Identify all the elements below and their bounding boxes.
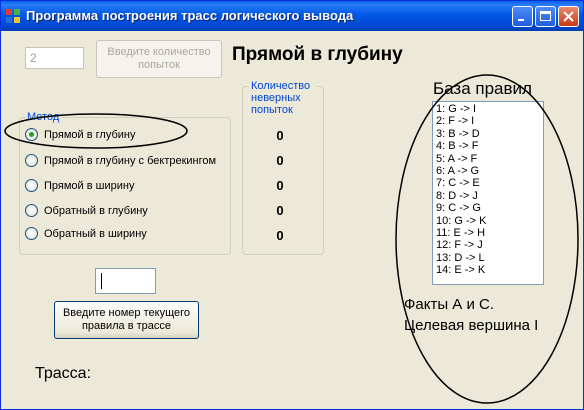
maximize-button[interactable] [535,6,556,27]
facts-text: Факты А и С. Целевая вершина I [404,294,538,336]
radio-label: Обратный в ширину [44,227,147,240]
trace-label: Трасса: [35,365,92,382]
radio-backward-depth[interactable]: Обратный в глубину [25,204,148,217]
radio-forward-depth[interactable]: Прямой в глубину [25,128,135,141]
method-group-caption: Метод [25,111,62,123]
list-item[interactable]: 5: A -> F [436,153,543,165]
list-item[interactable]: 2: F -> I [436,115,543,127]
radio-button-icon[interactable] [25,204,38,217]
attempts-button[interactable]: Введите количество попыток [96,40,222,78]
radio-button-icon[interactable] [25,227,38,240]
minimize-icon [518,19,524,21]
radio-label: Обратный в глубину [44,204,148,217]
radio-label: Прямой в глубину [44,128,136,141]
method-title: Прямой в глубину [232,44,403,65]
wrong-attempts-caption: Количество неверных попыток [249,80,317,116]
radio-label: Прямой в ширину [44,179,135,192]
main-window: Программа построения трасс логического в… [0,0,584,410]
list-item[interactable]: 11: E -> H [436,227,543,239]
close-icon [563,11,574,22]
title-bar[interactable]: Программа построения трасс логического в… [1,1,583,31]
wrong-count-3: 0 [276,178,284,193]
radio-button-icon[interactable] [25,154,38,167]
app-icon[interactable] [6,9,20,23]
radio-forward-depth-backtracking[interactable]: Прямой в глубину с бектрекингом [25,154,216,167]
list-item[interactable]: 1: G -> I [436,103,543,115]
attempts-input[interactable]: 2 [25,47,84,69]
list-item[interactable]: 8: D -> J [436,190,543,202]
wrong-count-4: 0 [276,203,284,218]
list-item[interactable]: 3: B -> D [436,128,543,140]
minimize-button[interactable] [512,6,533,27]
wrong-count-5: 0 [276,228,284,243]
radio-button-icon[interactable] [25,128,38,141]
rule-number-input[interactable] [95,268,156,294]
list-item[interactable]: 14: E -> K [436,264,543,276]
wrong-count-2: 0 [276,153,284,168]
list-item[interactable]: 13: D -> L [436,252,543,264]
client-area: 2 Введите количество попыток Прямой в гл… [4,31,580,406]
text-caret [101,273,102,289]
list-item[interactable]: 4: B -> F [436,140,543,152]
radio-label: Прямой в глубину с бектрекингом [44,154,217,167]
list-item[interactable]: 12: F -> J [436,239,543,251]
list-item[interactable]: 6: A -> G [436,165,543,177]
rules-title: База правил [433,79,532,98]
radio-backward-breadth[interactable]: Обратный в ширину [25,227,147,240]
radio-forward-breadth[interactable]: Прямой в ширину [25,179,134,192]
rules-listbox[interactable]: 1: G -> I 2: F -> I 3: B -> D 4: B -> F … [432,101,544,285]
facts-line: Факты А и С. [404,296,495,313]
list-item[interactable]: 10: G -> K [436,215,543,227]
list-item[interactable]: 7: C -> E [436,177,543,189]
wrong-count-1: 0 [276,128,284,143]
list-item[interactable]: 9: C -> G [436,202,543,214]
rule-number-button[interactable]: Введите номер текущего правила в трассе [54,301,199,339]
window-title: Программа построения трасс логического в… [26,8,354,23]
radio-button-icon[interactable] [25,179,38,192]
maximize-icon [540,11,551,21]
goal-line: Целевая вершина I [404,317,539,334]
close-button[interactable] [558,6,579,27]
